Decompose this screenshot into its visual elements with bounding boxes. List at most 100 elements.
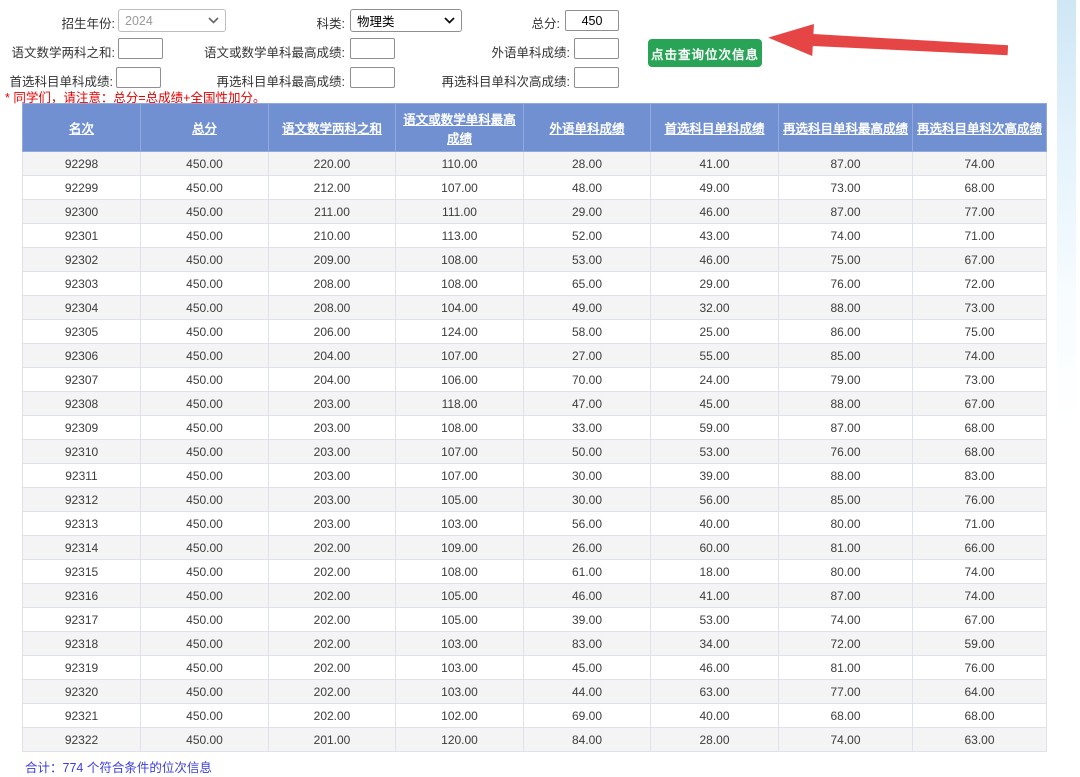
table-cell: 30.00 [524,464,651,488]
table-cell: 64.00 [913,680,1047,704]
table-row: 92322450.00201.00120.0084.0028.0074.0063… [23,728,1047,752]
table-cell: 92304 [23,296,141,320]
table-cell: 44.00 [524,680,651,704]
table-cell: 92302 [23,248,141,272]
table-row: 92300450.00211.00111.0029.0046.0087.0077… [23,200,1047,224]
reselect-second-label: 再选科目单科次高成绩: [422,71,570,90]
table-cell: 67.00 [913,392,1047,416]
table-cell: 103.00 [396,680,524,704]
table-row: 92308450.00203.00118.0047.0045.0088.0067… [23,392,1047,416]
table-cell: 450.00 [141,176,269,200]
rank-table: 名次总分语文数学两科之和语文或数学单科最高成绩外语单科成绩首选科目单科成绩再选科… [22,103,1047,752]
table-cell: 92315 [23,560,141,584]
table-cell: 118.00 [396,392,524,416]
column-header[interactable]: 语文或数学单科最高成绩 [396,104,524,152]
category-select[interactable]: 物理类 [350,9,462,32]
year-select[interactable]: 2024 [118,9,226,32]
table-cell: 202.00 [269,584,396,608]
table-cell: 209.00 [269,248,396,272]
table-cell: 67.00 [913,248,1047,272]
table-cell: 107.00 [396,344,524,368]
table-cell: 59.00 [913,632,1047,656]
first-choice-input[interactable] [116,67,161,88]
table-cell: 28.00 [651,728,779,752]
column-header[interactable]: 总分 [141,104,269,152]
table-cell: 203.00 [269,392,396,416]
table-cell: 77.00 [779,680,913,704]
foreign-lang-input[interactable] [574,38,619,59]
table-cell: 76.00 [913,488,1047,512]
table-cell: 450.00 [141,200,269,224]
table-cell: 43.00 [651,224,779,248]
table-cell: 92298 [23,152,141,176]
table-cell: 103.00 [396,512,524,536]
year-label: 招生年份: [0,13,115,32]
table-cell: 203.00 [269,464,396,488]
table-cell: 450.00 [141,560,269,584]
chinese-or-math-max-input[interactable] [350,38,395,59]
table-cell: 68.00 [779,704,913,728]
table-cell: 450.00 [141,368,269,392]
table-cell: 40.00 [651,704,779,728]
table-cell: 450.00 [141,416,269,440]
table-cell: 55.00 [651,344,779,368]
table-cell: 45.00 [651,392,779,416]
table-cell: 68.00 [913,176,1047,200]
table-cell: 450.00 [141,224,269,248]
chinese-math-sum-input[interactable] [118,38,163,59]
chinese-math-sum-label: 语文数学两科之和: [0,42,115,61]
table-cell: 212.00 [269,176,396,200]
table-cell: 208.00 [269,296,396,320]
table-cell: 105.00 [396,584,524,608]
total-score-input[interactable] [565,10,619,31]
table-cell: 46.00 [651,656,779,680]
table-cell: 88.00 [779,392,913,416]
table-cell: 107.00 [396,440,524,464]
column-header[interactable]: 语文数学两科之和 [269,104,396,152]
table-cell: 56.00 [651,488,779,512]
table-cell: 53.00 [651,608,779,632]
table-cell: 450.00 [141,272,269,296]
column-header[interactable]: 名次 [23,104,141,152]
table-cell: 74.00 [913,560,1047,584]
table-cell: 77.00 [913,200,1047,224]
table-cell: 110.00 [396,152,524,176]
table-cell: 103.00 [396,656,524,680]
chevron-down-icon [208,17,219,24]
table-cell: 109.00 [396,536,524,560]
table-cell: 60.00 [651,536,779,560]
table-cell: 450.00 [141,152,269,176]
table-cell: 18.00 [651,560,779,584]
table-row: 92316450.00202.00105.0046.0041.0087.0074… [23,584,1047,608]
table-cell: 111.00 [396,200,524,224]
table-cell: 211.00 [269,200,396,224]
column-header[interactable]: 再选科目单科最高成绩 [779,104,913,152]
table-cell: 204.00 [269,368,396,392]
table-cell: 71.00 [913,224,1047,248]
table-cell: 86.00 [779,320,913,344]
table-cell: 450.00 [141,320,269,344]
table-cell: 49.00 [651,176,779,200]
table-cell: 450.00 [141,440,269,464]
table-cell: 450.00 [141,680,269,704]
table-cell: 450.00 [141,728,269,752]
table-cell: 88.00 [779,296,913,320]
table-cell: 75.00 [779,248,913,272]
reselect-second-input[interactable] [574,67,619,88]
red-arrow-icon [765,19,1013,70]
table-cell: 202.00 [269,560,396,584]
table-cell: 450.00 [141,344,269,368]
table-cell: 56.00 [524,512,651,536]
column-header[interactable]: 外语单科成绩 [524,104,651,152]
column-header[interactable]: 再选科目单科次高成绩 [913,104,1047,152]
table-cell: 76.00 [779,440,913,464]
table-cell: 74.00 [779,224,913,248]
column-header[interactable]: 首选科目单科成绩 [651,104,779,152]
table-cell: 67.00 [913,608,1047,632]
table-cell: 92305 [23,320,141,344]
query-rank-button[interactable]: 点击查询位次信息 [648,39,762,67]
reselect-max-input[interactable] [350,67,395,88]
table-cell: 202.00 [269,536,396,560]
table-cell: 70.00 [524,368,651,392]
table-cell: 208.00 [269,272,396,296]
